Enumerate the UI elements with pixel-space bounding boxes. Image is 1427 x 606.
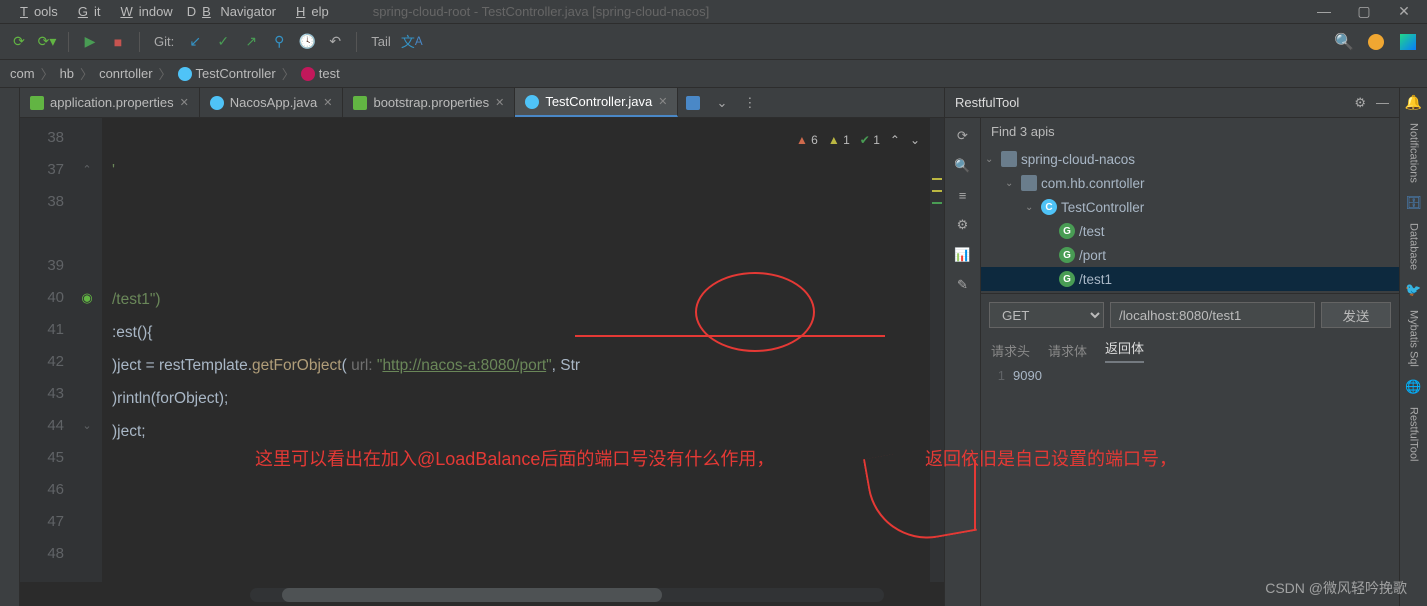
panel-toolbar: ⟳ 🔍 ≡ ⚙ 📊 ✎	[945, 118, 981, 606]
hide-icon[interactable]: —	[1376, 95, 1389, 111]
tree-ep-port[interactable]: G/port	[981, 243, 1399, 267]
tab-nacosapp[interactable]: NacosApp.java✕	[200, 88, 344, 117]
tree-controller[interactable]: ⌄CTestController	[981, 195, 1399, 219]
response-tabs: 请求头 请求体 返回体	[981, 336, 1399, 364]
breadcrumb: com〉 hb〉 conrtoller〉 TestController〉 tes…	[0, 60, 1427, 88]
error-stripe[interactable]	[930, 118, 944, 582]
vtab-mybatis[interactable]: Mybatis Sql	[1406, 304, 1422, 373]
tree-package[interactable]: ⌄com.hb.conrtoller	[981, 171, 1399, 195]
request-bar: GET 发送	[981, 293, 1399, 336]
compare-icon[interactable]: ⚲	[268, 31, 290, 53]
menu-dbnav[interactable]: DB Navigator	[181, 2, 282, 21]
translate-icon[interactable]: 文A	[401, 31, 423, 53]
tail-label[interactable]: Tail	[371, 34, 391, 49]
tree-ep-test1[interactable]: G/test1	[981, 267, 1399, 291]
response-body[interactable]: 1 9090	[981, 364, 1399, 606]
settings-tool-icon[interactable]: ⚙	[957, 217, 969, 233]
gutter-icons: ⌃ ◉ ⌄	[72, 118, 102, 582]
menu-tools[interactable]: TToolsools	[8, 2, 64, 21]
api-tree: ⌄spring-cloud-nacos ⌄com.hb.conrtoller ⌄…	[981, 145, 1399, 293]
crumb-method[interactable]: test	[301, 66, 340, 82]
crumb-com[interactable]: com	[10, 66, 35, 81]
tab-dropdown-icon[interactable]: ⌄	[708, 88, 735, 117]
tab-overflow-icon[interactable]: ⋮	[735, 88, 764, 117]
chart-icon[interactable]: 📊	[954, 247, 970, 263]
window-title: spring-cloud-root - TestController.java …	[367, 2, 715, 21]
build-menu-icon[interactable]: ⟳▾	[36, 31, 58, 53]
crumb-hb[interactable]: hb	[60, 66, 74, 81]
stop-icon[interactable]: ■	[107, 31, 129, 53]
refresh-icon[interactable]: ⟳	[957, 128, 968, 144]
send-button[interactable]: 发送	[1321, 302, 1391, 328]
tab-bootstrap-properties[interactable]: bootstrap.properties✕	[343, 88, 515, 117]
editor-tabs: application.properties✕ NacosApp.java✕ b…	[20, 88, 944, 118]
menu-help[interactable]: Help	[284, 2, 335, 21]
inspections-widget[interactable]: ▲ 6 ▲ 1 ✔ 1 ⌃ ⌄	[796, 124, 920, 156]
minimize-icon[interactable]: —	[1309, 1, 1339, 22]
tab-hidden-icon[interactable]	[678, 88, 708, 117]
warn-a-icon: ▲ 6	[796, 124, 818, 156]
url-field[interactable]	[1110, 302, 1315, 328]
close-icon[interactable]: ✕	[1389, 1, 1419, 22]
panel-title: RestfulTool	[955, 95, 1019, 110]
commit-icon[interactable]: ✓	[212, 31, 234, 53]
tree-ep-test[interactable]: G/test	[981, 219, 1399, 243]
profile-icon[interactable]	[1365, 31, 1387, 53]
warn-b-icon: ▲ 1	[828, 124, 850, 156]
tab-testcontroller[interactable]: TestController.java✕	[515, 88, 678, 117]
crumb-class[interactable]: TestController	[178, 66, 276, 82]
rollback-icon[interactable]: ↶	[324, 31, 346, 53]
vtab-restful[interactable]: RestfulTool	[1406, 401, 1422, 467]
http-method-select[interactable]: GET	[989, 302, 1104, 328]
tab-req-body[interactable]: 请求体	[1048, 341, 1087, 360]
search-icon[interactable]: 🔍	[1333, 31, 1355, 53]
git-label: Git:	[154, 34, 174, 49]
insp-up-icon[interactable]: ⌃	[890, 124, 900, 156]
toolbar: ⟳ ⟳▾ ▶ ■ Git: ↙ ✓ ↗ ⚲ 🕓 ↶ Tail 文A 🔍	[0, 24, 1427, 60]
vtab-database[interactable]: Database	[1406, 217, 1422, 276]
horizontal-scrollbar[interactable]	[250, 588, 884, 602]
left-gutter	[0, 88, 20, 606]
tab-req-headers[interactable]: 请求头	[991, 341, 1030, 360]
menu-window[interactable]: Window	[108, 2, 178, 21]
tab-resp-body[interactable]: 返回体	[1105, 338, 1144, 363]
filter-icon[interactable]: ≡	[959, 188, 967, 203]
gear-icon[interactable]: ⚙	[1354, 95, 1366, 111]
right-tool-strip: 🔔 Notifications 🗄 Database 🐦 Mybatis Sql…	[1399, 88, 1427, 606]
crumb-pkg[interactable]: conrtoller	[99, 66, 152, 81]
code-editor[interactable]: ' /test1") :est(){ )ject = restTemplate.…	[102, 118, 930, 582]
insp-down-icon[interactable]: ⌄	[910, 124, 920, 156]
build-icon[interactable]: ⟳	[8, 31, 30, 53]
restful-tool-panel: RestfulTool ⚙ — ⟳ 🔍 ≡ ⚙ 📊 ✎ Find 3 apis …	[944, 88, 1399, 606]
run-icon[interactable]: ▶	[79, 31, 101, 53]
tree-project[interactable]: ⌄spring-cloud-nacos	[981, 147, 1399, 171]
annotation-stroke	[974, 460, 976, 530]
vtab-notifications[interactable]: Notifications	[1406, 117, 1422, 189]
watermark: CSDN @微风轻吟挽歌	[1265, 578, 1407, 598]
update-icon[interactable]: ↙	[184, 31, 206, 53]
request-icon[interactable]: ✎	[957, 277, 968, 293]
maximize-icon[interactable]: ▢	[1349, 1, 1379, 22]
main-menu: TToolsools Git Window DB Navigator Help …	[0, 0, 1427, 24]
menu-git[interactable]: Git	[66, 2, 107, 21]
push-icon[interactable]: ↗	[240, 31, 262, 53]
find-result: Find 3 apis	[981, 118, 1399, 145]
history-icon[interactable]: 🕓	[296, 31, 318, 53]
jetbrains-icon[interactable]	[1397, 31, 1419, 53]
ok-icon: ✔ 1	[860, 124, 880, 156]
tab-application-properties[interactable]: application.properties✕	[20, 88, 200, 117]
search-tool-icon[interactable]: 🔍	[954, 158, 970, 174]
line-gutter: 383738 39404142434445464748	[20, 118, 72, 582]
